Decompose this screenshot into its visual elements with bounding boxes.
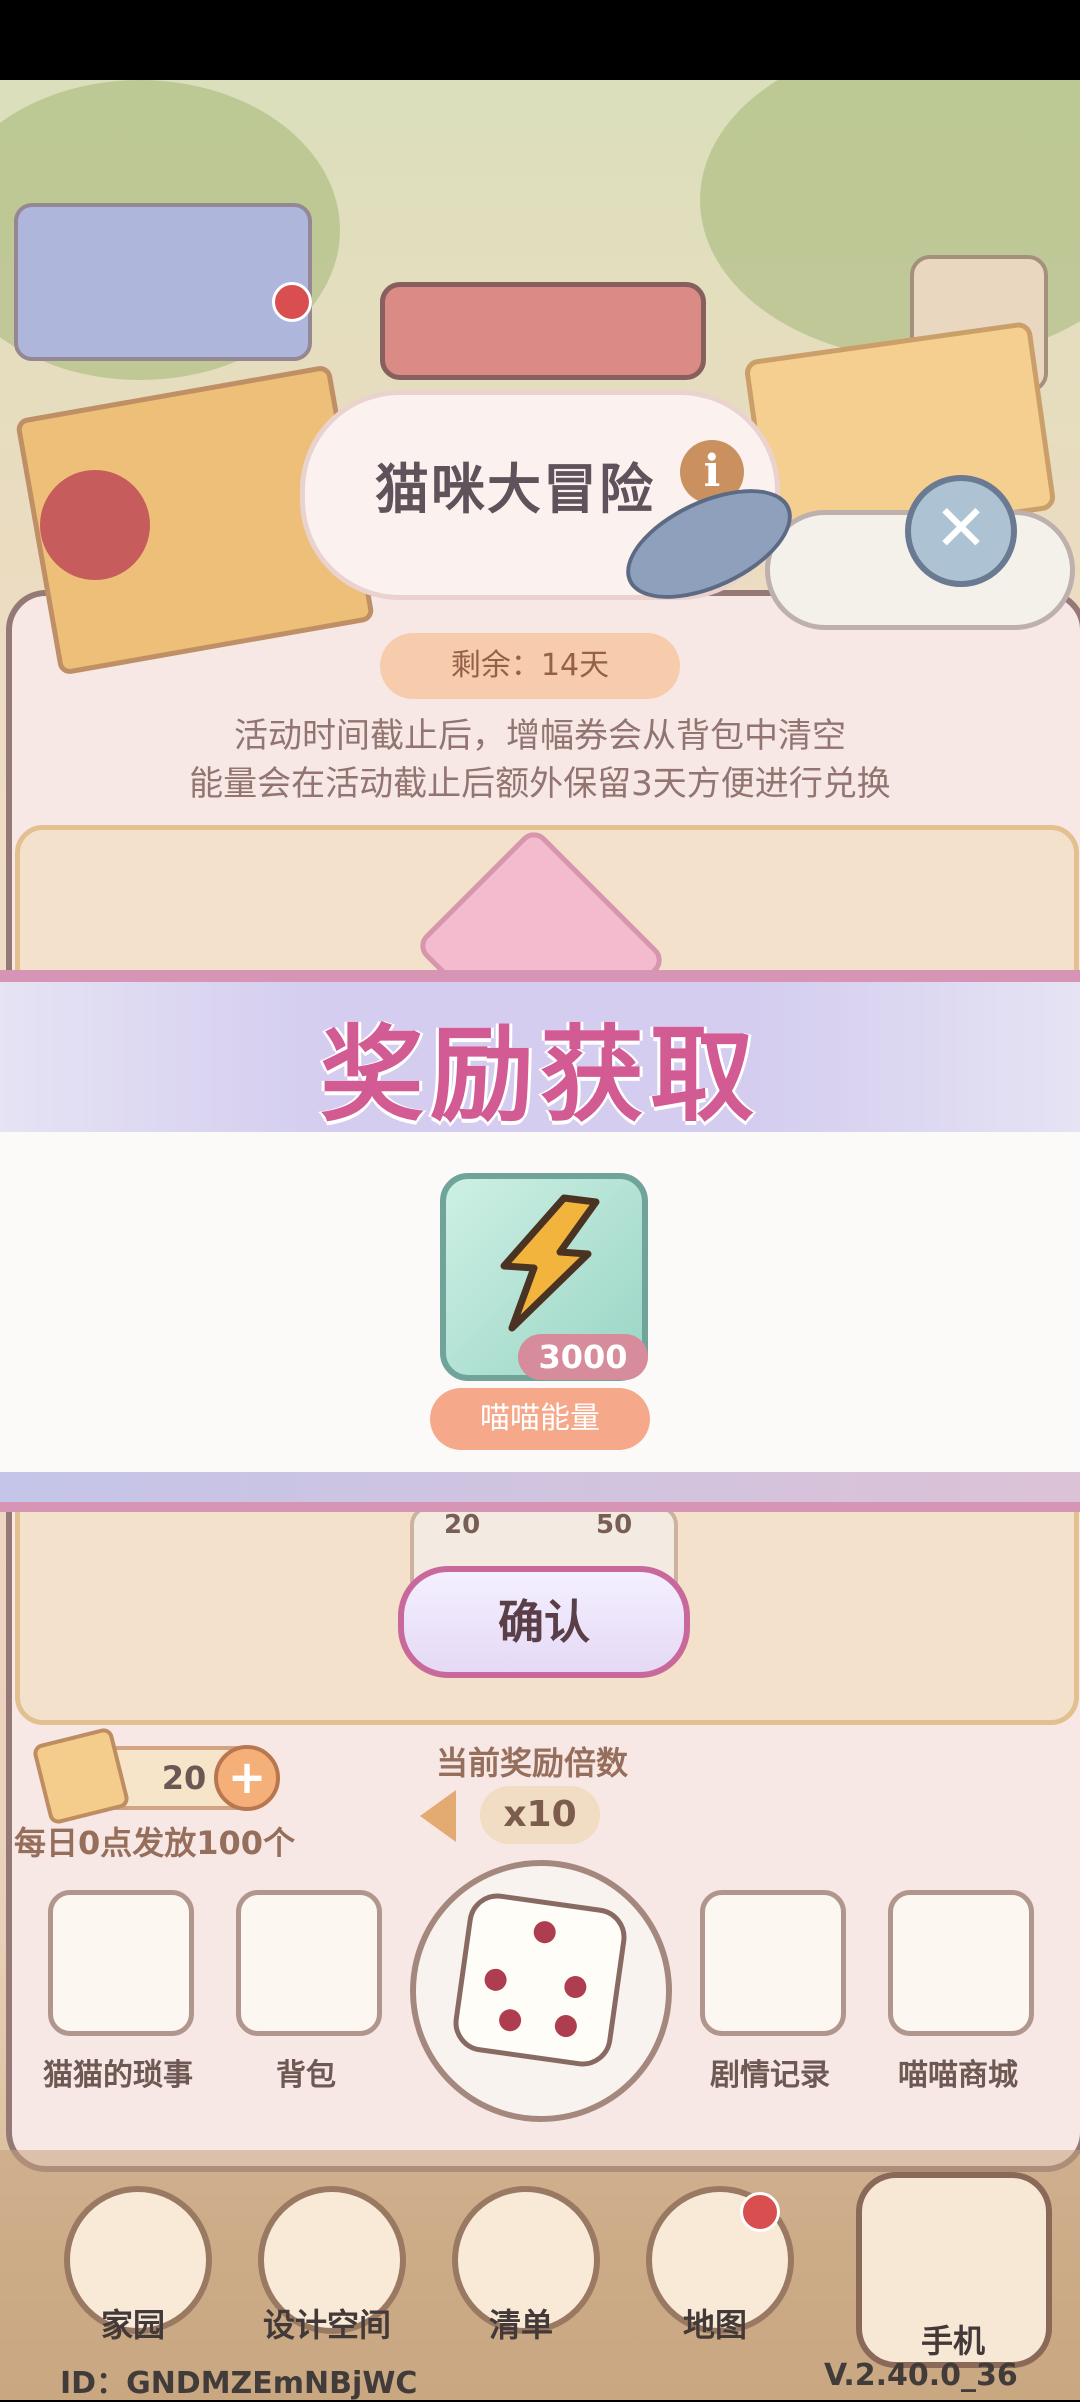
lightning-bolt-icon [500, 1194, 600, 1332]
reward-title: 奖励获取 [319, 1014, 760, 1136]
status-bar [0, 0, 1080, 80]
confirm-button[interactable]: 确认 [398, 1566, 690, 1678]
reward-item-name: 喵喵能量 [430, 1388, 650, 1450]
reward-banner-footer [0, 1472, 1080, 1512]
reward-quantity-badge: 3000 [518, 1334, 648, 1380]
